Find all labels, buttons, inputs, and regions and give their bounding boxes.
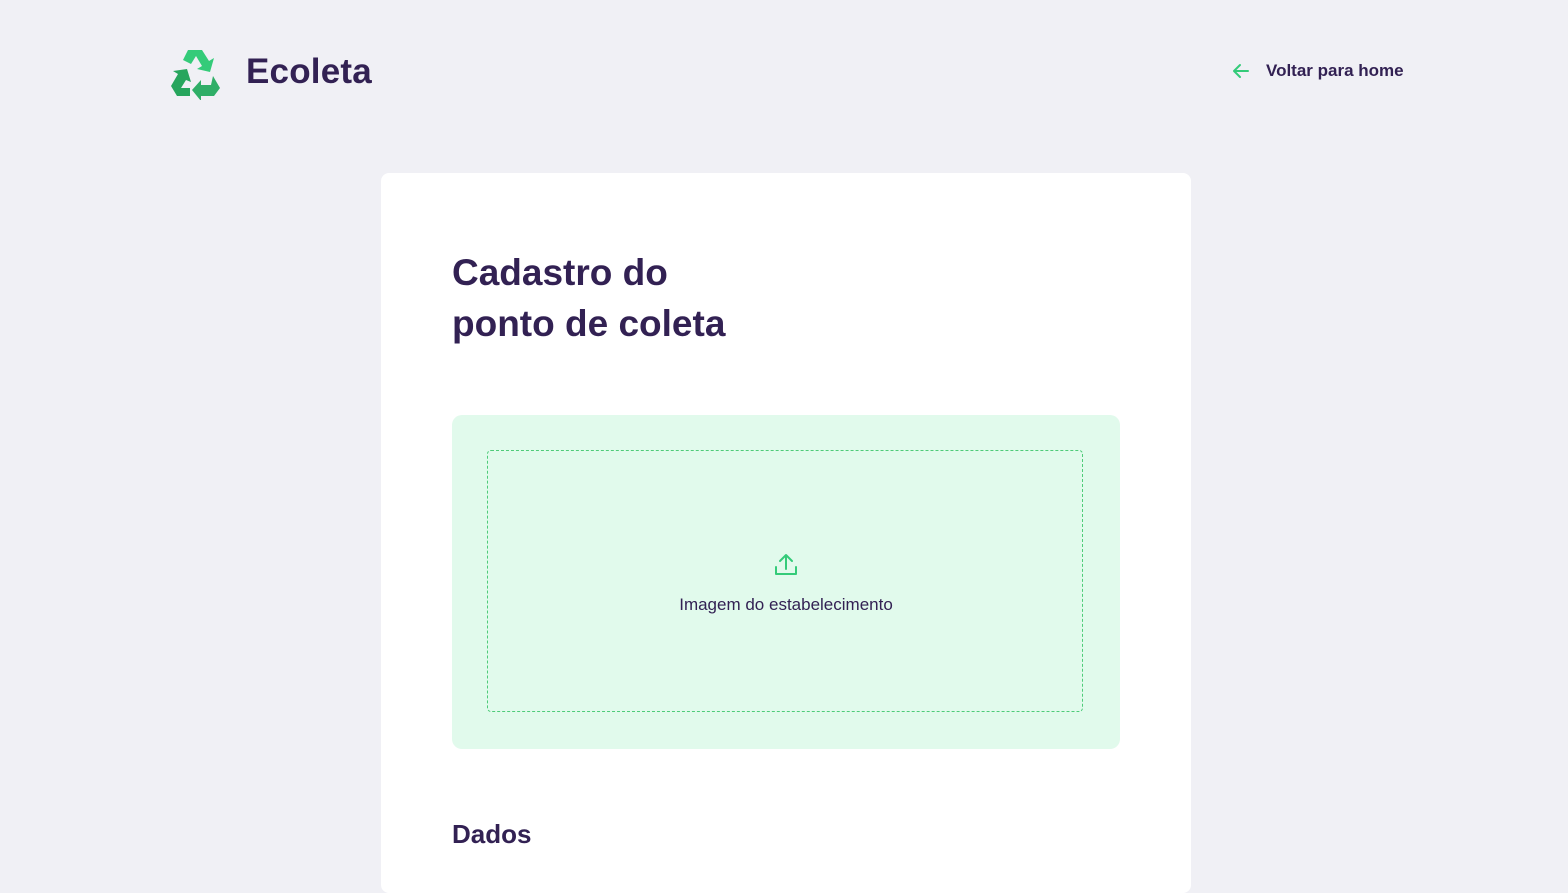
page-title: Cadastro do ponto de coleta	[452, 247, 872, 349]
dropzone-dashed-border	[487, 450, 1083, 712]
back-link-label: Voltar para home	[1266, 61, 1404, 80]
page-header: Ecoleta Voltar para home	[0, 0, 1568, 150]
dropzone-label: Imagem do estabelecimento	[679, 595, 893, 614]
create-point-form: Cadastro do ponto de coleta Imagem do es…	[381, 173, 1191, 893]
arrow-left-icon	[1230, 60, 1252, 82]
brand-name: Ecoleta	[246, 52, 372, 91]
ecoleta-logo[interactable]: Ecoleta	[168, 44, 372, 100]
recycle-icon	[168, 44, 224, 100]
page-title-line1: Cadastro do	[452, 252, 668, 293]
back-to-home-link[interactable]: Voltar para home	[1230, 60, 1404, 82]
section-title-dados: Dados	[452, 819, 532, 849]
upload-icon	[772, 551, 800, 579]
image-dropzone[interactable]: Imagem do estabelecimento	[452, 415, 1120, 749]
page-title-line2: ponto de coleta	[452, 303, 726, 344]
